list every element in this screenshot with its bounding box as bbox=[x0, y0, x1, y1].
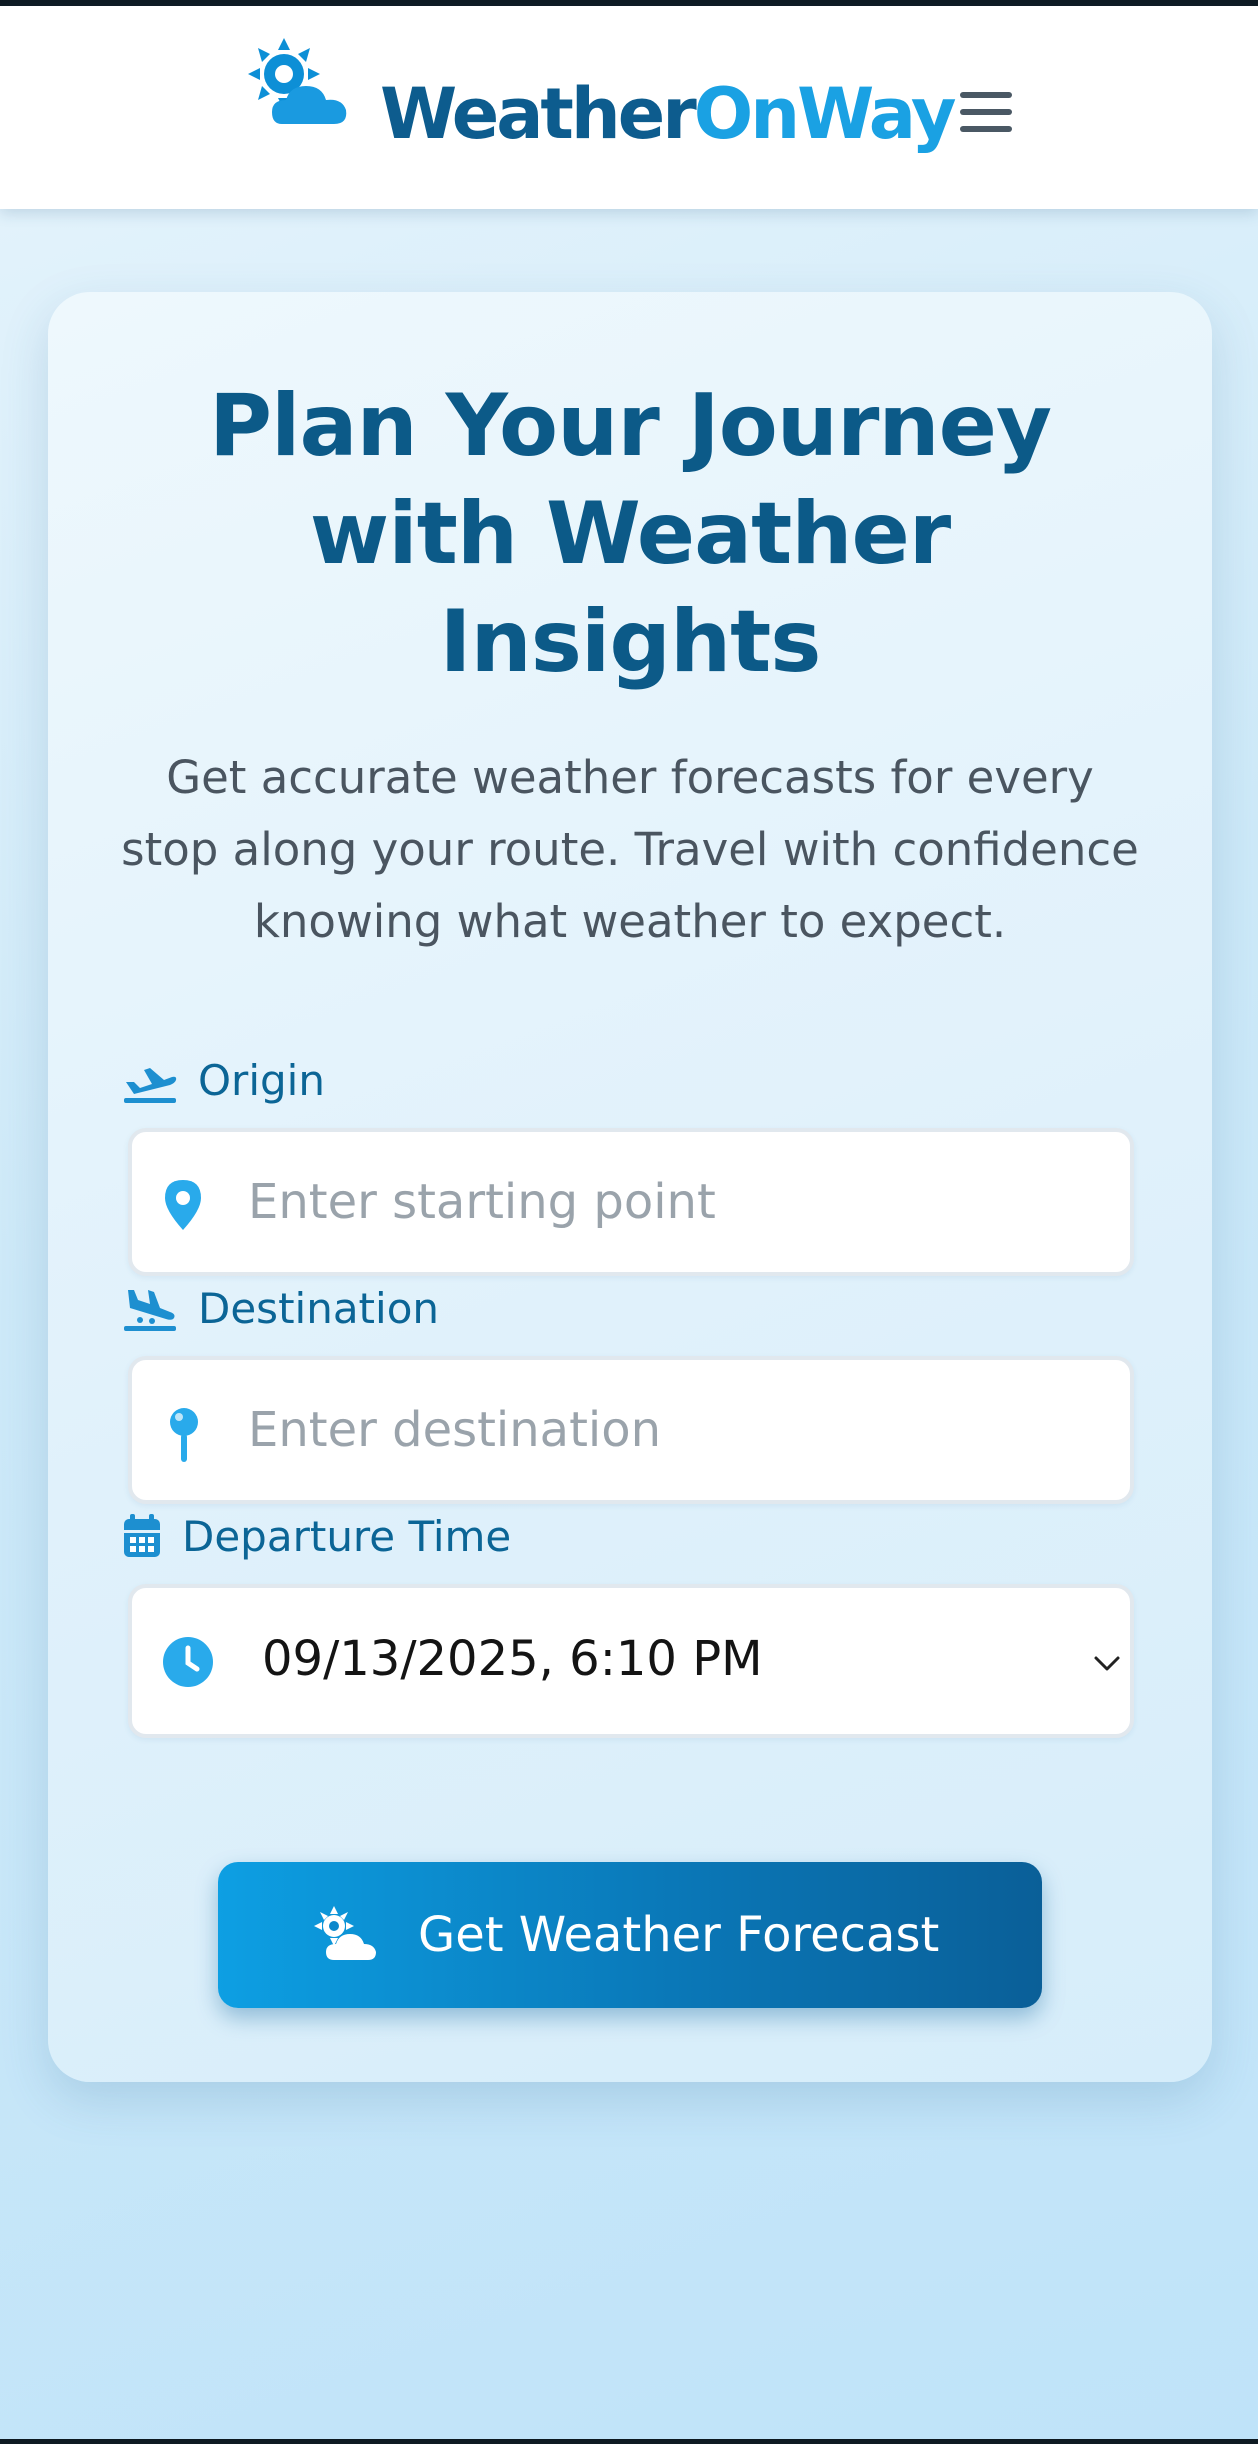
site-logo[interactable]: WeatherOnWay bbox=[380, 64, 957, 164]
logo-text-weather: Weather bbox=[380, 73, 697, 155]
departure-time-label: Departure Time bbox=[182, 1512, 512, 1561]
page-title: Plan Your Journey with Weather Insights bbox=[208, 376, 1052, 692]
destination-field[interactable] bbox=[128, 1356, 1134, 1504]
hamburger-menu-icon[interactable] bbox=[956, 82, 1016, 142]
calendar-icon bbox=[124, 1514, 160, 1557]
departure-time-value: 09/13/2025, 6:10 PM bbox=[262, 1631, 763, 1687]
origin-input[interactable] bbox=[248, 1132, 1108, 1272]
sun-cloud-icon bbox=[314, 1906, 376, 1960]
departure-time-field[interactable]: 09/13/2025, 6:10 PM bbox=[128, 1584, 1134, 1738]
destination-label: Destination bbox=[198, 1284, 440, 1333]
page-subtitle: Get accurate weather forecasts for every… bbox=[121, 751, 1139, 948]
map-pin-icon bbox=[165, 1180, 201, 1230]
clock-icon bbox=[163, 1637, 213, 1687]
journey-form-card: Plan Your Journey with Weather Insights … bbox=[48, 292, 1212, 2082]
get-weather-forecast-button[interactable]: Get Weather Forecast bbox=[218, 1862, 1042, 2008]
get-weather-forecast-label: Get Weather Forecast bbox=[418, 1907, 940, 1963]
plane-arrival-icon bbox=[124, 1290, 176, 1331]
chevron-down-icon[interactable] bbox=[1092, 1648, 1122, 1678]
origin-field[interactable] bbox=[128, 1128, 1134, 1276]
plane-departure-icon bbox=[124, 1068, 177, 1103]
bottom-border bbox=[0, 2439, 1258, 2444]
destination-input[interactable] bbox=[248, 1360, 1108, 1500]
origin-label: Origin bbox=[198, 1056, 325, 1105]
sun-cloud-icon bbox=[248, 38, 347, 124]
site-header: WeatherOnWay bbox=[0, 6, 1258, 209]
logo-text-onway: OnWay bbox=[693, 73, 957, 155]
pushpin-icon bbox=[170, 1408, 198, 1462]
